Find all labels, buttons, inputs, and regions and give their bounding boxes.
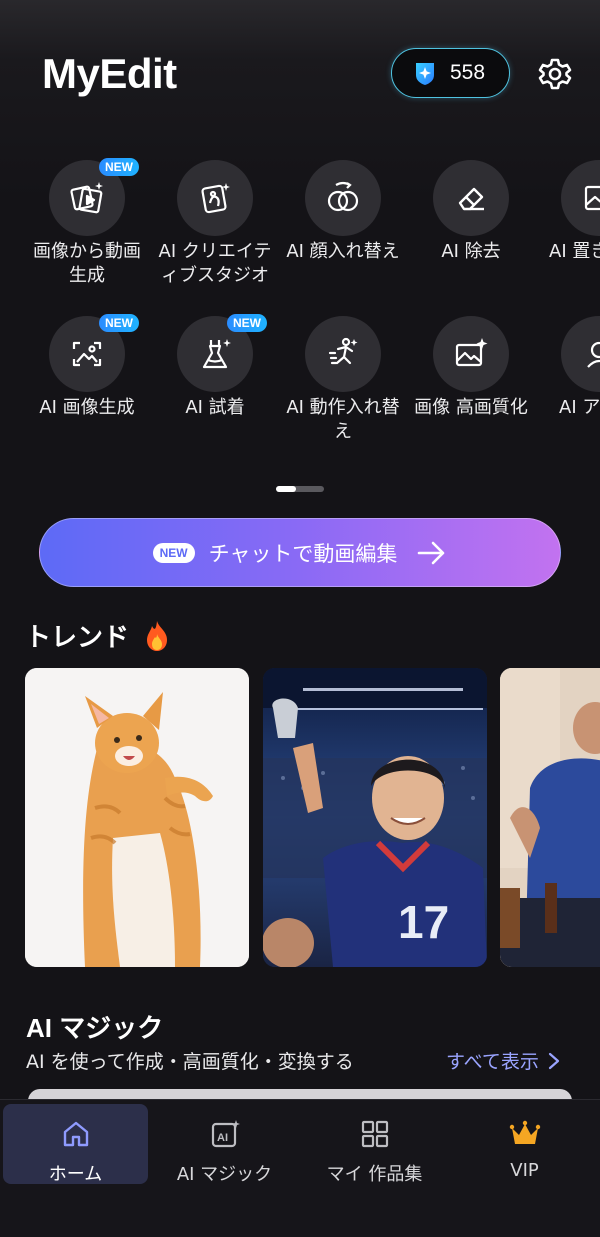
tool-creative-studio[interactable]: AI クリエイティブスタジオ bbox=[151, 160, 279, 288]
image-generate-icon bbox=[72, 341, 102, 367]
credits-button[interactable]: 558 bbox=[391, 48, 510, 98]
tool-circle bbox=[305, 160, 381, 236]
tool-label: AI 置き bbox=[549, 241, 600, 262]
grid-icon bbox=[361, 1120, 388, 1148]
creative-studio-icon bbox=[201, 183, 230, 214]
tool-label: AI 除去 bbox=[441, 241, 501, 262]
app-title: MyEdit bbox=[42, 50, 177, 97]
nav-my-works[interactable]: マイ 作品集 bbox=[302, 1104, 447, 1185]
new-badge: NEW bbox=[99, 314, 139, 332]
ai-magic-subtitle: AI を使って作成・高画質化・変換する bbox=[26, 1051, 354, 1073]
arrow-right-icon bbox=[418, 541, 445, 564]
replace-icon bbox=[584, 185, 600, 211]
tool-avatar[interactable]: AI ア bbox=[535, 316, 600, 420]
tool-label: AI 画像生成 bbox=[39, 397, 135, 418]
tool-try-on[interactable]: NEW AI 試着 bbox=[151, 314, 279, 420]
tool-label: AI 試着 bbox=[185, 397, 245, 418]
nav-label: マイ 作品集 bbox=[326, 1164, 423, 1185]
credit-gem-icon bbox=[416, 63, 434, 85]
nav-vip[interactable]: VIP bbox=[452, 1104, 597, 1184]
tool-circle bbox=[561, 316, 600, 392]
trend-card-dance-video[interactable] bbox=[500, 668, 600, 967]
motion-swap-icon bbox=[328, 337, 358, 365]
dance-thumbnail bbox=[500, 668, 600, 967]
new-badge: NEW bbox=[152, 542, 195, 563]
ai-magic-icon: AI bbox=[211, 1120, 240, 1148]
tool-label: 画像から動画生成 bbox=[33, 241, 141, 286]
tool-label: AI クリエイティブスタジオ bbox=[158, 241, 272, 286]
tool-circle bbox=[561, 160, 600, 236]
chevron-right-icon bbox=[548, 1052, 560, 1069]
cat-thumbnail bbox=[25, 668, 249, 967]
chat-button-label: チャットで動画編集 bbox=[208, 541, 398, 566]
nav-label: AI マジック bbox=[176, 1164, 273, 1185]
see-all-link[interactable]: すべて表示 bbox=[446, 1047, 561, 1074]
tool-remove[interactable]: AI 除去 bbox=[407, 160, 535, 264]
tool-circle bbox=[433, 316, 509, 392]
bottom-navigation: ホーム AI AI マジック マイ 作品集 VIP bbox=[0, 1099, 600, 1237]
football-thumbnail: 17 bbox=[263, 668, 487, 967]
nav-label: ホーム bbox=[48, 1164, 103, 1185]
nav-label: VIP bbox=[510, 1160, 539, 1181]
credit-count: 558 bbox=[450, 61, 486, 84]
app-screen: MyEdit 558 NEW 画像から動画生成 AI クリエイティブスタジオ A… bbox=[0, 0, 600, 1237]
see-all-label: すべて表示 bbox=[446, 1051, 539, 1073]
tool-circle: NEW bbox=[177, 314, 267, 392]
tool-image-generate[interactable]: NEW AI 画像生成 bbox=[23, 314, 151, 420]
trend-title-text: トレンド bbox=[25, 623, 130, 653]
tool-label: AI 顔入れ替え bbox=[286, 241, 400, 262]
trend-card-football-video[interactable]: 17 bbox=[263, 668, 487, 967]
svg-text:AI: AI bbox=[217, 1132, 228, 1144]
tool-motion-swap[interactable]: AI 動作入れ替え bbox=[279, 316, 407, 444]
tools-grid: NEW 画像から動画生成 AI クリエイティブスタジオ AI 顔入れ替え AI … bbox=[0, 158, 600, 458]
trend-section-title: トレンド bbox=[25, 617, 171, 654]
gear-icon[interactable] bbox=[538, 57, 572, 91]
fire-icon bbox=[147, 620, 168, 651]
tool-label: AI ア bbox=[559, 397, 600, 418]
home-icon bbox=[63, 1121, 88, 1147]
tool-circle bbox=[177, 160, 253, 236]
face-swap-icon bbox=[327, 181, 359, 212]
tool-image-to-video[interactable]: NEW 画像から動画生成 bbox=[23, 158, 151, 288]
new-badge: NEW bbox=[227, 314, 267, 332]
avatar-icon bbox=[587, 341, 600, 368]
image-enhance-icon bbox=[455, 338, 488, 367]
tool-label: AI 動作入れ替え bbox=[286, 397, 400, 442]
tool-face-swap[interactable]: AI 顔入れ替え bbox=[279, 160, 407, 264]
page-indicator bbox=[276, 486, 324, 492]
ai-magic-title: AI マジック bbox=[26, 1013, 164, 1043]
crown-icon bbox=[509, 1120, 540, 1144]
dress-icon bbox=[202, 339, 231, 369]
header: MyEdit 558 bbox=[0, 0, 600, 140]
trend-card-cat-video[interactable] bbox=[25, 668, 249, 967]
tool-circle: NEW bbox=[49, 158, 139, 236]
eraser-icon bbox=[458, 187, 484, 211]
nav-ai-magic[interactable]: AI AI マジック bbox=[152, 1104, 297, 1185]
tool-circle bbox=[305, 316, 381, 392]
tool-circle: NEW bbox=[49, 314, 139, 392]
new-badge: NEW bbox=[99, 158, 139, 176]
page-indicator-active bbox=[276, 486, 296, 492]
image-to-video-icon bbox=[70, 182, 103, 214]
nav-home[interactable]: ホーム bbox=[3, 1104, 148, 1185]
tool-circle bbox=[433, 160, 509, 236]
tool-replace[interactable]: AI 置き bbox=[535, 160, 600, 264]
tool-label: 画像 高画質化 bbox=[414, 397, 528, 418]
tool-image-enhance[interactable]: 画像 高画質化 bbox=[407, 316, 535, 420]
chat-video-edit-button[interactable]: NEW チャットで動画編集 bbox=[39, 518, 561, 587]
svg-text:17: 17 bbox=[398, 896, 449, 948]
